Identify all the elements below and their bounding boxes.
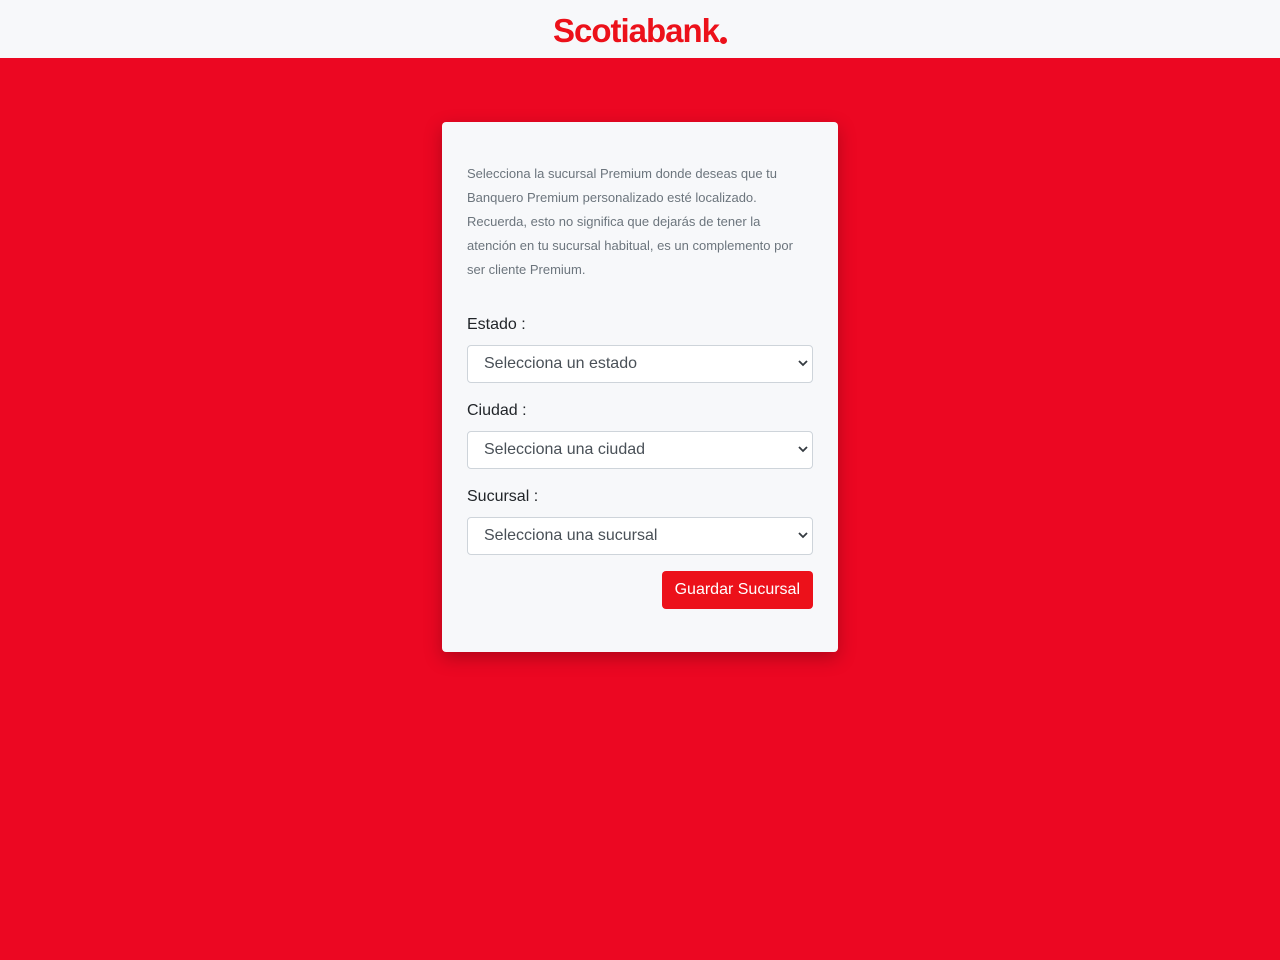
chevron-down-icon: [798, 358, 808, 368]
ciudad-select[interactable]: Selecciona una ciudad: [467, 431, 813, 469]
estado-select[interactable]: Selecciona un estado: [467, 345, 813, 383]
top-header: Scotiabank: [0, 0, 1280, 58]
branch-selection-card: Selecciona la sucursal Premium donde des…: [442, 122, 838, 652]
estado-select-value: Selecciona un estado: [484, 355, 637, 372]
chevron-down-icon: [798, 444, 808, 454]
save-branch-button[interactable]: Guardar Sucursal: [661, 571, 813, 609]
sucursal-select[interactable]: Selecciona una sucursal: [467, 517, 813, 555]
sucursal-label: Sucursal :: [467, 488, 539, 505]
ciudad-select-value: Selecciona una ciudad: [484, 441, 646, 458]
intro-text: Selecciona la sucursal Premium donde des…: [467, 166, 793, 277]
chevron-down-icon: [798, 530, 808, 540]
sucursal-select-value: Selecciona una sucursal: [484, 527, 658, 544]
registered-mark-icon: [720, 36, 728, 44]
logo-text: Scotiabank: [552, 11, 720, 49]
button-row: Guardar Sucursal: [467, 571, 813, 609]
ciudad-label: Ciudad :: [467, 402, 527, 419]
estado-label: Estado :: [467, 316, 526, 333]
scotiabank-logo[interactable]: Scotiabank: [552, 11, 728, 49]
